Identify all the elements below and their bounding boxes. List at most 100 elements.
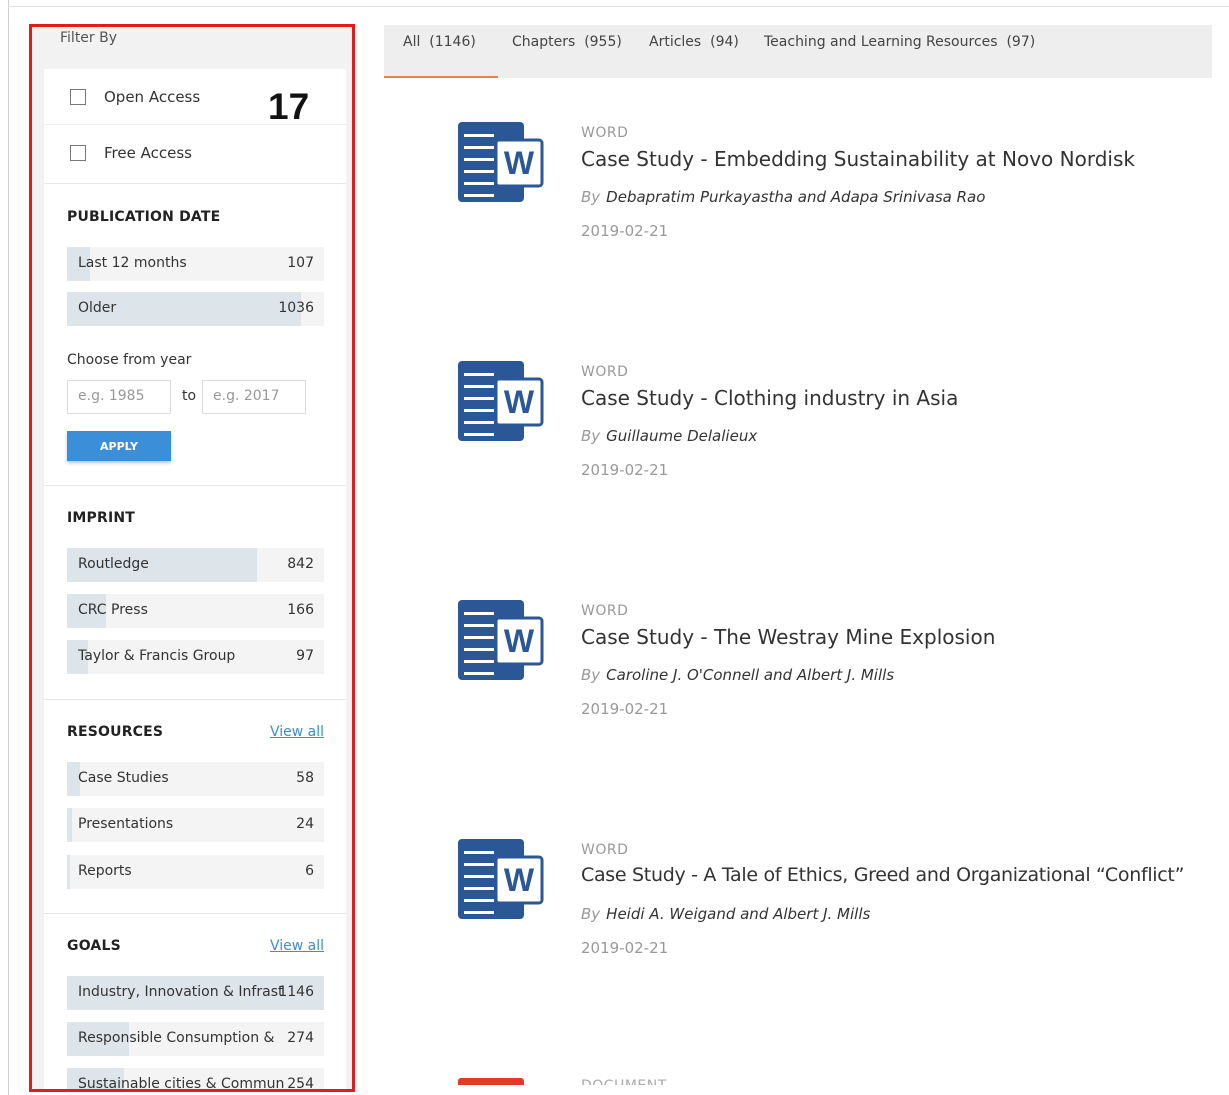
publication-date-title: PUBLICATION DATE xyxy=(67,209,221,225)
tab-articles[interactable]: Articles (94) xyxy=(649,34,739,50)
word-document-icon[interactable]: W xyxy=(458,122,544,204)
by-label: By xyxy=(581,188,601,206)
year-from-input[interactable]: e.g. 1985 xyxy=(67,380,171,414)
filters-card: PUBLICATION DATE Last 12 months 107 Olde… xyxy=(44,183,346,1091)
tab-label: Chapters xyxy=(512,34,576,50)
facet-bar-fill xyxy=(67,808,73,842)
svg-text:W: W xyxy=(504,862,535,898)
year-to-label: to xyxy=(182,388,197,404)
filter-by-title: Filter By xyxy=(60,30,118,46)
facet-responsible-consumption[interactable]: Responsible Consumption & 274 xyxy=(67,1022,324,1056)
facet-count: 58 xyxy=(296,770,314,786)
open-access-label: Open Access xyxy=(104,87,201,106)
word-document-icon[interactable]: W xyxy=(458,600,544,682)
resources-title: RESOURCES xyxy=(67,724,164,740)
result-title-link[interactable]: Case Study - The Westray Mine Explosion xyxy=(581,625,995,649)
result-date: 2019-02-21 xyxy=(581,939,669,957)
choose-year-label: Choose from year xyxy=(67,352,192,368)
facet-presentations[interactable]: Presentations 24 xyxy=(67,808,324,842)
result-type: WORD xyxy=(581,125,629,141)
result-item: W WORD Case Study - The Westray Mine Exp… xyxy=(458,600,1218,740)
result-title-link[interactable]: Case Study - Clothing industry in Asia xyxy=(581,386,958,410)
facet-count: 842 xyxy=(287,556,314,572)
svg-text:W: W xyxy=(504,623,535,659)
divider xyxy=(44,485,346,486)
facet-count: 24 xyxy=(296,816,314,832)
filter-sidebar: Filter By Open Access Free Access PUBLIC… xyxy=(30,25,354,1091)
goals-view-all-link[interactable]: View all xyxy=(270,938,324,954)
facet-label: CRC Press xyxy=(78,602,148,618)
author-names[interactable]: Caroline J. O'Connell and Albert J. Mill… xyxy=(606,666,894,684)
tab-count: (97) xyxy=(1006,34,1036,50)
facet-sustainable-cities[interactable]: Sustainable cities & Commun 254 xyxy=(67,1068,324,1091)
tab-all[interactable]: All (1146) xyxy=(403,34,476,50)
result-authors: By Debapratim Purkayastha and Adapa Srini… xyxy=(581,188,985,206)
divider xyxy=(44,913,346,914)
facet-label: Routledge xyxy=(78,556,149,572)
facet-case-studies[interactable]: Case Studies 58 xyxy=(67,762,324,796)
free-access-option[interactable]: Free Access xyxy=(44,125,346,181)
tab-label: All xyxy=(403,34,421,50)
divider xyxy=(44,183,346,184)
facet-label: Responsible Consumption & xyxy=(78,1030,275,1046)
free-access-checkbox[interactable] xyxy=(70,145,86,161)
facet-label: Sustainable cities & Commun xyxy=(78,1076,285,1091)
by-label: By xyxy=(581,905,601,923)
result-authors: By Caroline J. O'Connell and Albert J. Mi… xyxy=(581,666,894,684)
by-label: By xyxy=(581,666,601,684)
result-date: 2019-02-21 xyxy=(581,222,669,240)
facet-industry-innovation[interactable]: Industry, Innovation & Infrast 1146 xyxy=(67,976,324,1010)
by-label: By xyxy=(581,427,601,445)
result-tabs: All (1146) Chapters (955) Articles (94) … xyxy=(384,25,1212,78)
imprint-title: IMPRINT xyxy=(67,510,136,526)
annotation-number: 17 xyxy=(268,86,310,127)
facet-bar-fill xyxy=(67,855,70,889)
facet-crc-press[interactable]: CRC Press 166 xyxy=(67,594,324,628)
facet-label: Reports xyxy=(78,863,132,879)
author-names[interactable]: Guillaume Delalieux xyxy=(606,427,757,445)
bottom-edge xyxy=(384,1085,1229,1095)
facet-last-12-months[interactable]: Last 12 months 107 xyxy=(67,247,324,281)
tab-label: Teaching and Learning Resources xyxy=(764,34,998,50)
author-names[interactable]: Debapratim Purkayastha and Adapa Sriniva… xyxy=(606,188,985,206)
open-access-checkbox[interactable] xyxy=(70,88,86,105)
result-item: W WORD Case Study - A Tale of Ethics, Gr… xyxy=(458,839,1228,979)
resources-view-all-link[interactable]: View all xyxy=(270,724,324,740)
divider xyxy=(44,699,346,700)
tab-teaching-resources[interactable]: Teaching and Learning Resources (97) xyxy=(764,34,1035,50)
facet-count: 274 xyxy=(287,1030,314,1046)
apply-button[interactable]: APPLY xyxy=(67,431,171,461)
window-top-edge xyxy=(8,6,1229,7)
year-to-input[interactable]: e.g. 2017 xyxy=(202,380,306,414)
result-date: 2019-02-21 xyxy=(581,700,669,718)
facet-count: 166 xyxy=(287,602,314,618)
facet-reports[interactable]: Reports 6 xyxy=(67,855,324,889)
word-document-icon[interactable]: W xyxy=(458,839,544,921)
svg-text:W: W xyxy=(504,384,535,420)
facet-count: 97 xyxy=(296,648,314,664)
result-type: WORD xyxy=(581,364,629,380)
svg-text:W: W xyxy=(504,145,535,181)
facet-taylor-francis[interactable]: Taylor & Francis Group 97 xyxy=(67,640,324,674)
result-date: 2019-02-21 xyxy=(581,461,669,479)
result-item: W WORD Case Study - Clothing industry in… xyxy=(458,361,1218,501)
result-title-link[interactable]: Case Study - Embedding Sustainability at… xyxy=(581,147,1135,171)
tab-chapters[interactable]: Chapters (955) xyxy=(512,34,622,50)
facet-routledge[interactable]: Routledge 842 xyxy=(67,548,324,582)
facet-count: 107 xyxy=(287,255,314,271)
facet-label: Older xyxy=(78,300,117,316)
facet-label: Taylor & Francis Group xyxy=(78,648,236,664)
facet-label: Last 12 months xyxy=(78,255,187,271)
word-document-icon[interactable]: W xyxy=(458,361,544,443)
facet-label: Presentations xyxy=(78,816,174,832)
facet-older[interactable]: Older 1036 xyxy=(67,292,324,326)
result-item: W WORD Case Study - Embedding Sustainabi… xyxy=(458,122,1218,262)
tab-count: (94) xyxy=(710,34,739,50)
result-title-link[interactable]: Case Study - A Tale of Ethics, Greed and… xyxy=(581,864,1184,886)
tab-label: Articles xyxy=(649,34,702,50)
result-authors: By Heidi A. Weigand and Albert J. Mills xyxy=(581,905,870,923)
facet-label: Industry, Innovation & Infrast xyxy=(78,984,284,1000)
facet-count: 1036 xyxy=(278,300,314,316)
author-names[interactable]: Heidi A. Weigand and Albert J. Mills xyxy=(606,905,870,923)
facet-count: 254 xyxy=(287,1076,314,1091)
